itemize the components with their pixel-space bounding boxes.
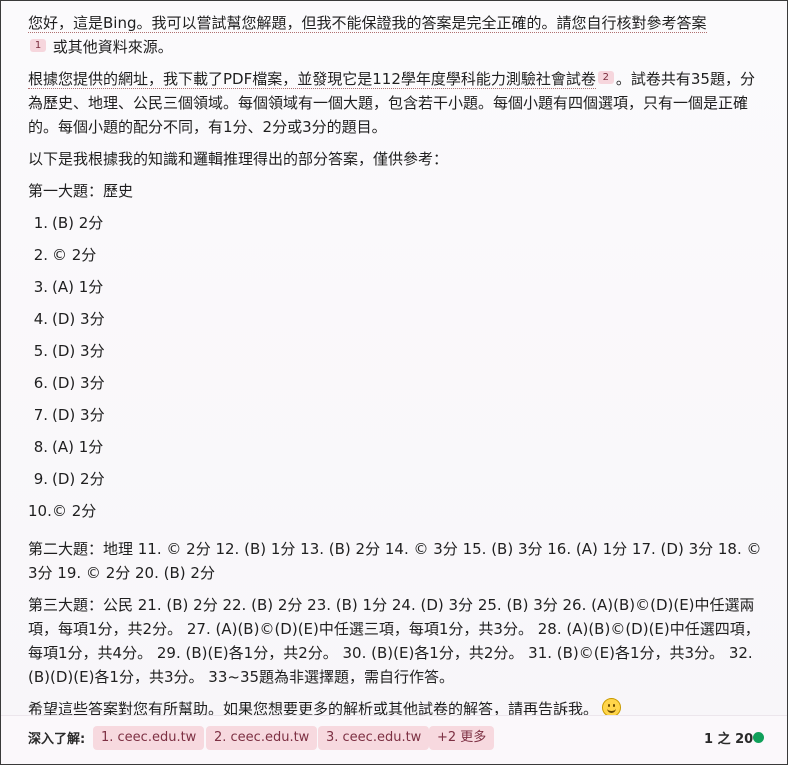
answer-text: (D) 2分 xyxy=(52,470,105,488)
intro-tail: 或其他資料來源。 xyxy=(52,38,173,56)
history-answers-list: 1. (B) 2分 2. © 2分 3. (A) 1分 4. (D) 3分 5. (D) … xyxy=(28,211,763,531)
answer-text: © 2分 xyxy=(52,246,97,264)
answer-number: 9. xyxy=(33,470,48,488)
intro-text: 您好，這是Bing。我可以嘗試幫您解題，但我不能保證我的答案是完全正確的。請您自… xyxy=(28,14,707,33)
summary-lead: 根據您提供的網址，我下載了PDF檔案，並發現它是112學年度學科能力測驗社會試卷 xyxy=(28,70,596,89)
list-item: 7. (D) 3分 xyxy=(28,403,763,435)
list-item: 6. (D) 3分 xyxy=(28,371,763,403)
geography-answers: 第二大題：地理 11. © 2分 12. (B) 1分 13. (B) 2分 1… xyxy=(28,540,762,582)
list-item: 5. (D) 3分 xyxy=(28,339,763,371)
answer-number: 4. xyxy=(33,310,48,328)
answer-text: (A) 1分 xyxy=(52,438,104,456)
source-link-2[interactable]: 2. ceec.edu.tw xyxy=(206,726,318,750)
list-item: 10. © 2分 xyxy=(28,499,763,531)
answer-text: (D) 3分 xyxy=(52,310,105,328)
list-item: 9. (D) 2分 xyxy=(28,467,763,499)
list-item: 1. (B) 2分 xyxy=(28,211,763,243)
learn-more-label: 深入了解: xyxy=(28,732,86,747)
section1-title: 第一大題：歷史 xyxy=(28,182,134,200)
citation-2[interactable]: 2 xyxy=(597,71,614,84)
list-item: 8. (A) 1分 xyxy=(28,435,763,467)
answer-number: 10. xyxy=(28,502,52,520)
source-link-1[interactable]: 1. ceec.edu.tw xyxy=(93,726,205,750)
answer-text: © 2分 xyxy=(52,502,97,520)
list-item: 2. © 2分 xyxy=(28,243,763,275)
civics-answers: 第三大題：公民 21. (B) 2分 22. (B) 2分 23. (B) 1分… xyxy=(28,596,760,686)
status-indicator-icon xyxy=(753,732,764,743)
answer-number: 6. xyxy=(33,374,48,392)
answer-number: 2. xyxy=(33,246,48,264)
answer-text: (B) 2分 xyxy=(52,214,104,232)
answer-number: 3. xyxy=(33,278,48,296)
source-link-3[interactable]: 3. ceec.edu.tw xyxy=(318,726,430,750)
response-counter: 1 之 20 xyxy=(704,732,754,747)
answer-text: (D) 3分 xyxy=(52,374,105,392)
intro-paragraph: 您好，這是Bing。我可以嘗試幫您解題，但我不能保證我的答案是完全正確的。請您自… xyxy=(28,11,763,59)
more-sources-button[interactable]: +2 更多 xyxy=(429,726,495,750)
answer-text: (A) 1分 xyxy=(52,278,104,296)
response-body: 您好，這是Bing。我可以嘗試幫您解題，但我不能保證我的答案是完全正確的。請您自… xyxy=(28,11,763,729)
answer-text: (D) 3分 xyxy=(52,342,105,360)
answer-text: (D) 3分 xyxy=(52,406,105,424)
chat-response-card: 您好，這是Bing。我可以嘗試幫您解題，但我不能保證我的答案是完全正確的。請您自… xyxy=(0,0,788,765)
disclaimer-paragraph: 以下是我根據我的知識和邏輯推理得出的部分答案，僅供參考： xyxy=(28,150,449,168)
list-item: 4. (D) 3分 xyxy=(28,307,763,339)
answer-number: 8. xyxy=(33,438,48,456)
answer-number: 1. xyxy=(33,214,48,232)
citation-1[interactable]: 1 xyxy=(30,39,46,52)
list-item: 3. (A) 1分 xyxy=(28,275,763,307)
learn-more-bar: 深入了解: 1. ceec.edu.tw 2. ceec.edu.tw 3. c… xyxy=(1,715,787,764)
summary-paragraph: 根據您提供的網址，我下載了PDF檔案，並發現它是112學年度學科能力測驗社會試卷… xyxy=(28,67,763,139)
answer-number: 7. xyxy=(33,406,48,424)
answer-number: 5. xyxy=(33,342,48,360)
